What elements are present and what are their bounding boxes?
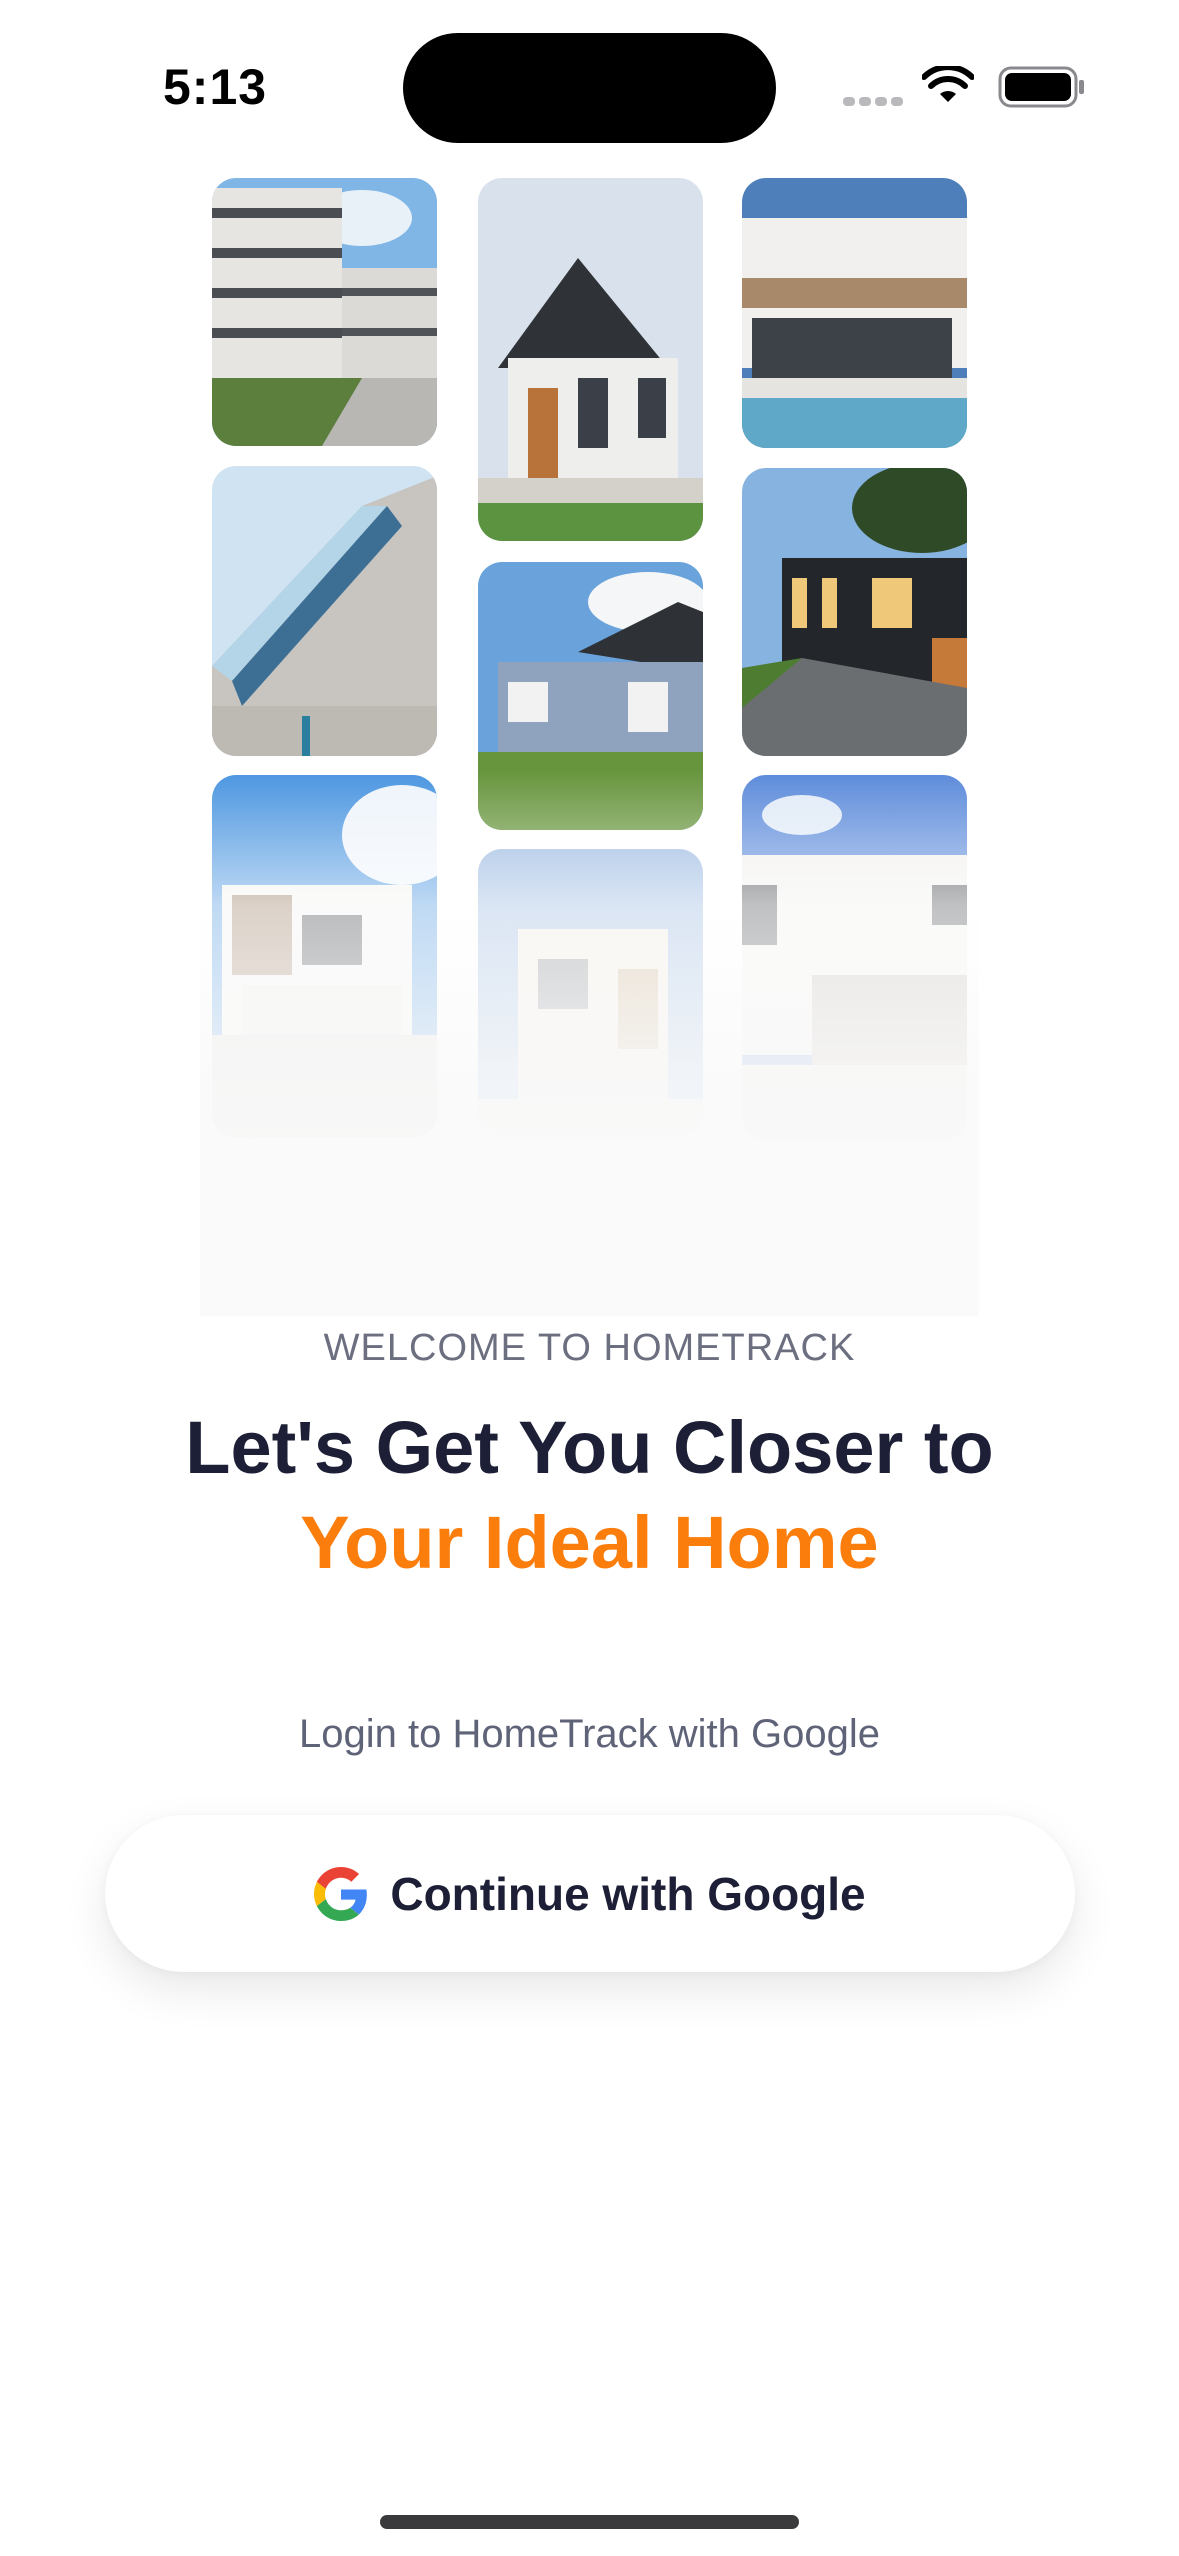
login-hint: Login to HomeTrack with Google [298,1712,880,1756]
dynamic-island [403,33,776,143]
house-photo-apartments [212,178,437,446]
continue-with-google-label: Continue with Google [390,1867,866,1920]
continue-with-google-button[interactable]: Continue with Google [105,1815,1075,1972]
title-line-2: Your Ideal Home [300,1501,879,1584]
page-title: Let's Get You Closer to Your Ideal Home [0,1400,1179,1590]
house-photo-dark-modern [742,468,967,756]
cellular-signal-icon [843,93,907,111]
status-time: 5:13 [163,59,268,115]
home-indicator[interactable] [380,2515,799,2529]
wifi-icon [922,66,974,102]
house-photo-gable-house [478,178,703,541]
house-photo-pool-villa [742,178,967,448]
house-photo-modern-facade [212,466,437,756]
google-g-icon [314,1866,368,1921]
battery-icon [998,66,1084,108]
title-line-1: Let's Get You Closer to [185,1406,994,1489]
house-photo-gallery [200,170,979,1316]
welcome-eyebrow: WELCOME TO HOMETRACK [323,1327,856,1369]
gallery-fade-overlay [200,770,979,1316]
